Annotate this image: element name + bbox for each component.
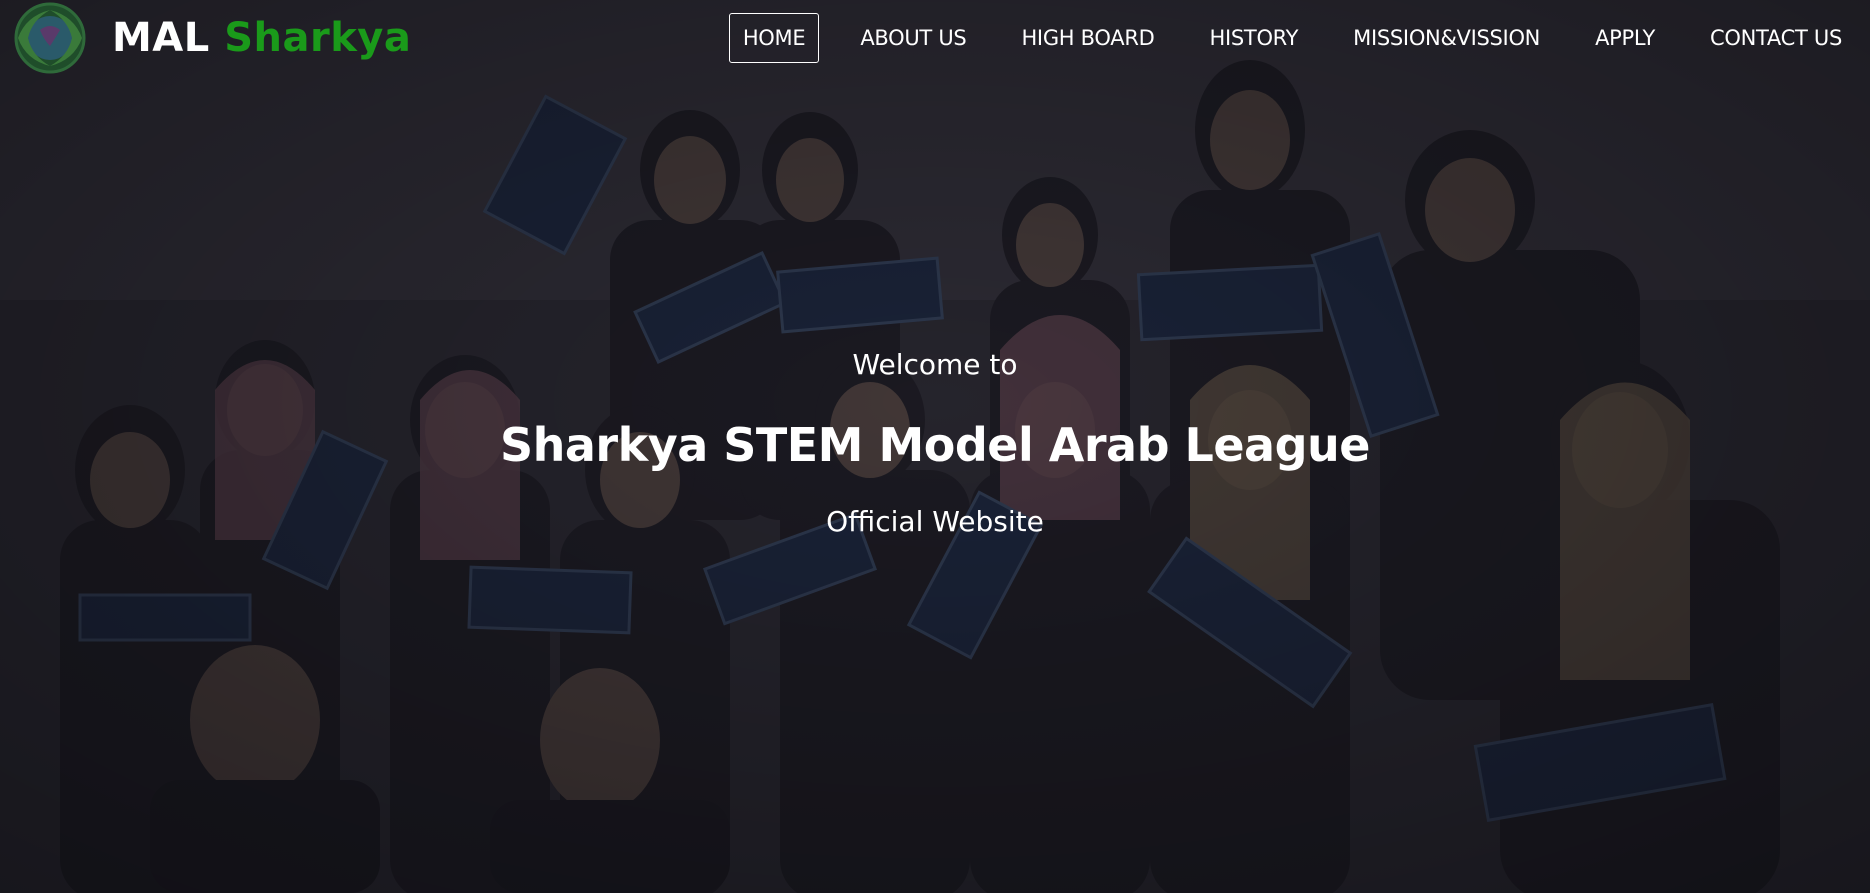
nav-high-board[interactable]: HIGH BOARD bbox=[1007, 13, 1168, 63]
nav-menu: HOME ABOUT US HIGH BOARD HISTORY MISSION… bbox=[702, 13, 1856, 63]
nav-history[interactable]: HISTORY bbox=[1196, 13, 1313, 63]
hero-welcome: Welcome to bbox=[852, 348, 1018, 381]
hero-section: MAL Sharkya HOME ABOUT US HIGH BOARD HIS… bbox=[0, 0, 1870, 893]
nav-contact-us[interactable]: CONTACT US bbox=[1696, 13, 1856, 63]
top-navbar: MAL Sharkya HOME ABOUT US HIGH BOARD HIS… bbox=[0, 0, 1870, 76]
arab-league-logo-icon bbox=[14, 2, 86, 74]
nav-home[interactable]: HOME bbox=[728, 13, 820, 63]
hero-subtitle: Official Website bbox=[826, 505, 1044, 538]
nav-mission-vission[interactable]: MISSION&VISSION bbox=[1339, 13, 1554, 63]
nav-about-us[interactable]: ABOUT US bbox=[846, 13, 980, 63]
hero-title: Sharkya STEM Model Arab League bbox=[500, 418, 1370, 472]
brand-name: MAL Sharkya bbox=[112, 15, 411, 61]
brand-sharkya-text: Sharkya bbox=[224, 15, 412, 61]
brand-mal-text: MAL bbox=[112, 15, 210, 61]
brand-link[interactable]: MAL Sharkya bbox=[4, 0, 411, 76]
nav-apply[interactable]: APPLY bbox=[1581, 13, 1669, 63]
hero-text-block: Welcome to Sharkya STEM Model Arab Leagu… bbox=[0, 345, 1870, 542]
